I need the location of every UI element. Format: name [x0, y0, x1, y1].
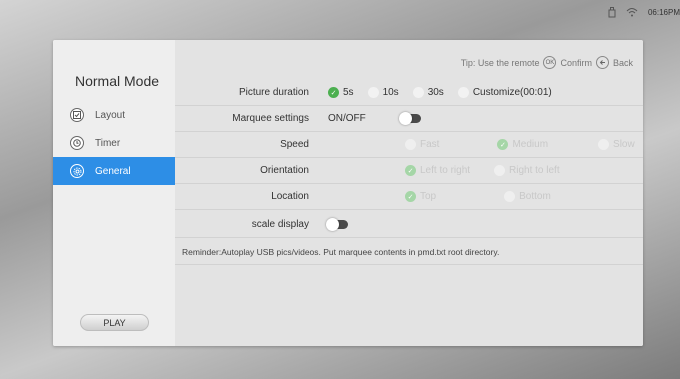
- orientation-option-rtl[interactable]: Right to left: [494, 165, 560, 176]
- sidebar-item-label: Layout: [95, 109, 126, 121]
- option-label: Bottom: [519, 191, 551, 202]
- option-label: 30s: [427, 87, 444, 98]
- orientation-option-ltr[interactable]: ✓ Left to right: [405, 165, 470, 176]
- speed-option-slow[interactable]: Slow: [598, 139, 635, 150]
- radio-unchecked-icon: [412, 87, 424, 98]
- settings-content: Tip: Use the remote OK Confirm Back Pict…: [175, 40, 643, 346]
- timer-icon: [70, 136, 84, 150]
- row-label: Marquee settings: [232, 113, 309, 124]
- sidebar-item-timer[interactable]: Timer: [53, 129, 175, 157]
- speed-row: Speed Fast ✓ Medium Slow: [175, 132, 643, 158]
- row-label: Location: [271, 191, 309, 202]
- orientation-options: ✓ Left to right Right to left: [405, 165, 574, 176]
- ok-icon: OK: [543, 56, 557, 69]
- option-label: Right to left: [509, 165, 560, 176]
- back-arrow-icon: [595, 56, 609, 69]
- speed-option-medium[interactable]: ✓ Medium: [497, 139, 548, 150]
- clock: 06:16PM: [647, 7, 680, 17]
- row-label: Orientation: [260, 165, 309, 176]
- wifi-icon: [626, 7, 638, 17]
- location-option-bottom[interactable]: Bottom: [504, 191, 551, 202]
- sidebar-item-general[interactable]: General: [53, 157, 175, 185]
- sidebar-item-layout[interactable]: Layout: [53, 101, 175, 129]
- usb-icon: [608, 6, 616, 18]
- status-bar: 06:16PM: [608, 4, 680, 20]
- marquee-settings-row: Marquee settings ON/OFF: [175, 106, 643, 132]
- duration-option-30s[interactable]: 30s: [412, 87, 444, 98]
- option-label: 5s: [343, 87, 354, 98]
- radio-checked-icon: ✓: [328, 87, 339, 98]
- orientation-row: Orientation ✓ Left to right Right to lef…: [175, 158, 643, 184]
- gear-icon: [70, 164, 84, 178]
- sidebar-item-label: Timer: [95, 137, 121, 149]
- radio-unchecked-icon: [457, 87, 469, 98]
- radio-unchecked-icon: [405, 139, 416, 150]
- row-label: Speed: [280, 139, 309, 150]
- picture-duration-options: ✓ 5s 10s 30s Customize(00:01): [328, 87, 566, 98]
- radio-unchecked-icon: [504, 191, 516, 202]
- option-label: Top: [420, 191, 437, 202]
- scale-display-toggle[interactable]: [326, 218, 348, 231]
- marquee-toggle[interactable]: [398, 112, 421, 125]
- tip-text: Tip: Use the remote: [460, 57, 540, 68]
- tip-confirm: Confirm: [560, 57, 592, 68]
- tip-back: Back: [612, 57, 633, 68]
- location-option-top[interactable]: ✓ Top: [405, 191, 436, 202]
- sidebar-item-label: General: [95, 165, 131, 177]
- settings-panel: Normal Mode Layout Timer General PLAY Ti…: [53, 40, 643, 346]
- option-label: Slow: [613, 139, 635, 150]
- duration-option-5s[interactable]: ✓ 5s: [328, 87, 354, 98]
- option-label: Fast: [420, 139, 440, 150]
- reminder-text: Reminder:Autoplay USB pics/videos. Put m…: [175, 239, 643, 265]
- duration-option-customize[interactable]: Customize(00:01): [457, 87, 552, 98]
- marquee-toggle-group: ON/OFF: [328, 112, 421, 125]
- radio-unchecked-icon: [367, 87, 379, 98]
- radio-unchecked-icon: [598, 139, 610, 150]
- radio-checked-icon: ✓: [405, 165, 416, 176]
- remote-tip: Tip: Use the remote OK Confirm Back: [461, 56, 633, 69]
- toggle-knob: [398, 112, 412, 125]
- speed-options: Fast ✓ Medium Slow: [405, 139, 643, 150]
- location-row: Location ✓ Top Bottom: [175, 184, 643, 210]
- mode-title: Normal Mode: [75, 73, 160, 89]
- radio-unchecked-icon: [494, 165, 506, 176]
- speed-option-fast[interactable]: Fast: [405, 139, 439, 150]
- option-label: 10s: [382, 87, 399, 98]
- play-button[interactable]: PLAY: [80, 314, 149, 331]
- option-label: Left to right: [420, 165, 471, 176]
- option-label: Medium: [512, 139, 549, 150]
- layout-icon: [70, 108, 84, 122]
- row-label: Picture duration: [238, 87, 309, 98]
- radio-checked-icon: ✓: [497, 139, 509, 150]
- toggle-knob: [326, 218, 339, 231]
- location-options: ✓ Top Bottom: [405, 191, 565, 202]
- duration-option-10s[interactable]: 10s: [367, 87, 399, 98]
- marquee-toggle-label: ON/OFF: [328, 113, 366, 124]
- picture-duration-row: Picture duration ✓ 5s 10s 30s Customize(…: [175, 80, 643, 106]
- radio-checked-icon: ✓: [405, 191, 416, 202]
- row-label: scale display: [251, 219, 309, 230]
- scale-display-toggle-group: [326, 218, 348, 231]
- scale-display-row: scale display: [175, 212, 643, 238]
- option-label: Customize(00:01): [472, 87, 552, 98]
- sidebar: Normal Mode Layout Timer General PLAY: [53, 40, 175, 346]
